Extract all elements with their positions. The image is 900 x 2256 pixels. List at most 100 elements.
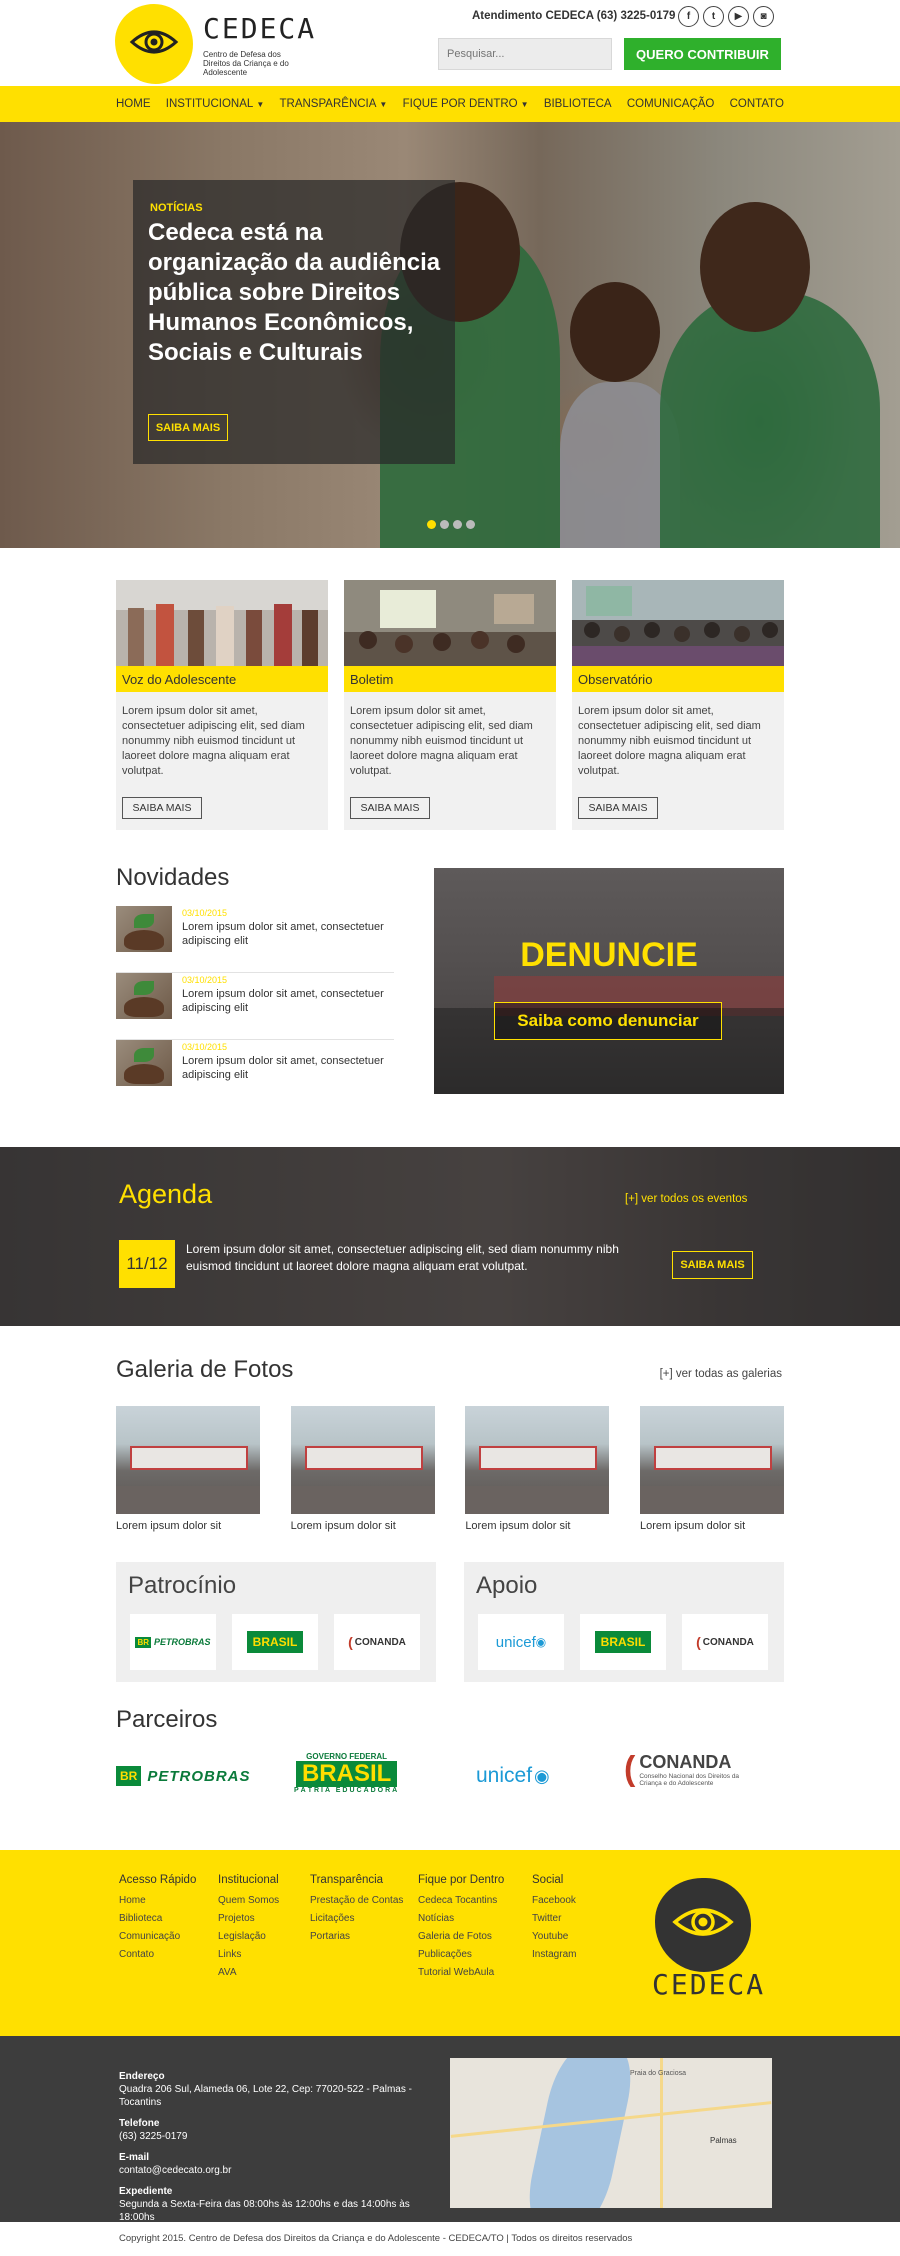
news-text[interactable]: Lorem ipsum dolor sit amet, consectetuer…	[182, 1054, 394, 1082]
card-read-more-button[interactable]: SAIBA MAIS	[578, 797, 658, 819]
gallery-photo[interactable]	[290, 1406, 435, 1514]
card-title[interactable]: Boletim	[344, 666, 556, 692]
nav-item-contato[interactable]: CONTATO	[730, 98, 784, 110]
conanda-logo[interactable]: (CONANDA	[334, 1614, 420, 1670]
sponsors-section: Patrocínio BR PETROBRAS BRASIL (CONANDA A…	[116, 1562, 784, 1682]
phone-value: (63) 3225-0179	[119, 2131, 188, 2142]
footer-link[interactable]: Cedeca Tocantins	[418, 1892, 504, 1910]
conanda-logo[interactable]: (CONANDA	[682, 1614, 768, 1670]
gallery-photo[interactable]	[639, 1406, 784, 1514]
gallery-item[interactable]: Lorem ipsum dolor sit	[290, 1406, 435, 1532]
gallery-all-link[interactable]: [+] ver todas as galerias	[660, 1368, 782, 1380]
nav-item-biblioteca[interactable]: BIBLIOTECA	[544, 98, 612, 110]
news-item[interactable]: 03/10/2015 Lorem ipsum dolor sit amet, c…	[116, 973, 394, 1040]
footer-link[interactable]: Youtube	[532, 1928, 576, 1946]
carousel-dot[interactable]	[453, 520, 462, 529]
footer-link[interactable]: AVA	[218, 1964, 279, 1982]
card-image[interactable]	[344, 580, 556, 666]
partners-logos: BR PETROBRAS GOVERNO FEDERAL BRASIL PÁTR…	[116, 1752, 784, 1800]
feature-card: Voz do Adolescente Lorem ipsum dolor sit…	[116, 580, 328, 830]
news-text[interactable]: Lorem ipsum dolor sit amet, consectetuer…	[182, 920, 394, 948]
footer-link[interactable]: Comunicação	[119, 1928, 196, 1946]
gallery-caption: Lorem ipsum dolor sit	[465, 1520, 571, 1532]
gallery-grid: Lorem ipsum dolor sit Lorem ipsum dolor …	[116, 1406, 784, 1532]
hero-read-more-button[interactable]: SAIBA MAIS	[148, 414, 228, 441]
footer-link[interactable]: Instagram	[532, 1946, 576, 1964]
footer-link[interactable]: Portarias	[310, 1928, 403, 1946]
instagram-icon[interactable]: ◙	[753, 6, 774, 27]
gallery-photo[interactable]	[465, 1406, 610, 1514]
carousel-dot[interactable]	[440, 520, 449, 529]
nav-item-comunicacao[interactable]: COMUNICAÇÃO	[627, 98, 715, 110]
card-read-more-button[interactable]: SAIBA MAIS	[122, 797, 202, 819]
nav-item-transparencia[interactable]: TRANSPARÊNCIA ▼	[280, 98, 388, 110]
social-icons: f t ▶ ◙	[678, 6, 774, 27]
footer-link[interactable]: Publicações	[418, 1946, 504, 1964]
conanda-logo[interactable]: ( CONANDA Conselho Nacional dos Direitos…	[624, 1752, 759, 1787]
carousel-dots	[427, 520, 475, 529]
footer-link[interactable]: Prestação de Contas	[310, 1892, 403, 1910]
nav-item-home[interactable]: HOME	[116, 98, 151, 110]
footer-column-title: Acesso Rápido	[119, 1874, 197, 1886]
report-banner[interactable]: DENUNCIE Saiba como denunciar	[434, 868, 784, 1094]
footer-link[interactable]: Links	[218, 1946, 279, 1964]
agenda-title: Agenda	[119, 1179, 213, 1209]
footer-link[interactable]: Twitter	[532, 1910, 576, 1928]
footer-link[interactable]: Notícias	[418, 1910, 504, 1928]
agenda-all-events-link[interactable]: [+] ver todos os eventos	[625, 1193, 747, 1205]
petrobras-logo[interactable]: BR PETROBRAS	[130, 1614, 216, 1670]
nav-item-institucional[interactable]: INSTITUCIONAL ▼	[166, 98, 264, 110]
governo-brasil-logo[interactable]: GOVERNO FEDERAL BRASIL PÁTRIA EDUCADORA	[294, 1752, 399, 1794]
feature-card: Boletim Lorem ipsum dolor sit amet, cons…	[344, 580, 556, 830]
agenda-read-more-button[interactable]: SAIBA MAIS	[672, 1251, 753, 1279]
logo[interactable]: CEDECA Centro de Defesa dos Direitos da …	[115, 4, 314, 84]
footer-link[interactable]: Tutorial WebAula	[418, 1964, 504, 1982]
search-input[interactable]	[438, 38, 612, 70]
footer-link[interactable]: Home	[119, 1892, 196, 1910]
footer-link[interactable]: Projetos	[218, 1910, 279, 1928]
card-text: Lorem ipsum dolor sit amet, consectetuer…	[122, 705, 305, 777]
news-item[interactable]: 03/10/2015 Lorem ipsum dolor sit amet, c…	[116, 1040, 394, 1107]
news-date: 03/10/2015	[182, 1042, 228, 1052]
card-read-more-button[interactable]: SAIBA MAIS	[350, 797, 430, 819]
gallery-item[interactable]: Lorem ipsum dolor sit	[639, 1406, 784, 1532]
partners-section: Parceiros BR PETROBRAS GOVERNO FEDERAL B…	[116, 1706, 784, 1816]
gallery-header: Galeria de Fotos [+] ver todas as galeri…	[116, 1356, 784, 1390]
facebook-icon[interactable]: f	[678, 6, 699, 27]
footer-link[interactable]: Facebook	[532, 1892, 576, 1910]
card-image[interactable]	[116, 580, 328, 666]
card-image[interactable]	[572, 580, 784, 666]
gallery-item[interactable]: Lorem ipsum dolor sit	[465, 1406, 610, 1532]
twitter-icon[interactable]: t	[703, 6, 724, 27]
contribute-button[interactable]: QUERO CONTRIBUIR	[624, 38, 781, 70]
card-title[interactable]: Voz do Adolescente	[116, 666, 328, 692]
report-how-to-button[interactable]: Saiba como denunciar	[494, 1002, 722, 1040]
hero-title[interactable]: Cedeca está na organização da audiência …	[148, 218, 448, 368]
support-box: Apoio unicef ◉ BRASIL (CONANDA	[464, 1562, 784, 1682]
footer-link[interactable]: Legislação	[218, 1928, 279, 1946]
location-map[interactable]: Praia do Graciosa Palmas	[450, 2058, 772, 2208]
carousel-dot[interactable]	[466, 520, 475, 529]
footer-link[interactable]: Quem Somos	[218, 1892, 279, 1910]
card-title[interactable]: Observatório	[572, 666, 784, 692]
gallery-item[interactable]: Lorem ipsum dolor sit	[116, 1406, 260, 1532]
gallery-photo[interactable]	[116, 1406, 260, 1514]
news-text[interactable]: Lorem ipsum dolor sit amet, consectetuer…	[182, 987, 394, 1015]
footer-link[interactable]: Contato	[119, 1946, 196, 1964]
unicef-logo[interactable]: unicef ◉	[476, 1764, 550, 1788]
sponsorship-logos: BR PETROBRAS BRASIL (CONANDA	[130, 1614, 420, 1670]
carousel-dot[interactable]	[427, 520, 436, 529]
footer-link[interactable]: Galeria de Fotos	[418, 1928, 504, 1946]
hero-kicker: NOTÍCIAS	[150, 202, 203, 214]
nav-item-fique-por-dentro[interactable]: FIQUE POR DENTRO ▼	[403, 98, 529, 110]
news-item[interactable]: 03/10/2015 Lorem ipsum dolor sit amet, c…	[116, 906, 394, 973]
footer-link[interactable]: Licitações	[310, 1910, 403, 1928]
footer-link[interactable]: Biblioteca	[119, 1910, 196, 1928]
youtube-icon[interactable]: ▶	[728, 6, 749, 27]
governo-brasil-logo[interactable]: BRASIL	[232, 1614, 318, 1670]
unicef-logo[interactable]: unicef ◉	[478, 1614, 564, 1670]
email-value[interactable]: contato@cedecato.org.br	[119, 2164, 439, 2177]
petrobras-logo[interactable]: BR PETROBRAS	[116, 1766, 251, 1786]
feature-cards: Voz do Adolescente Lorem ipsum dolor sit…	[116, 580, 784, 830]
governo-brasil-logo[interactable]: BRASIL	[580, 1614, 666, 1670]
